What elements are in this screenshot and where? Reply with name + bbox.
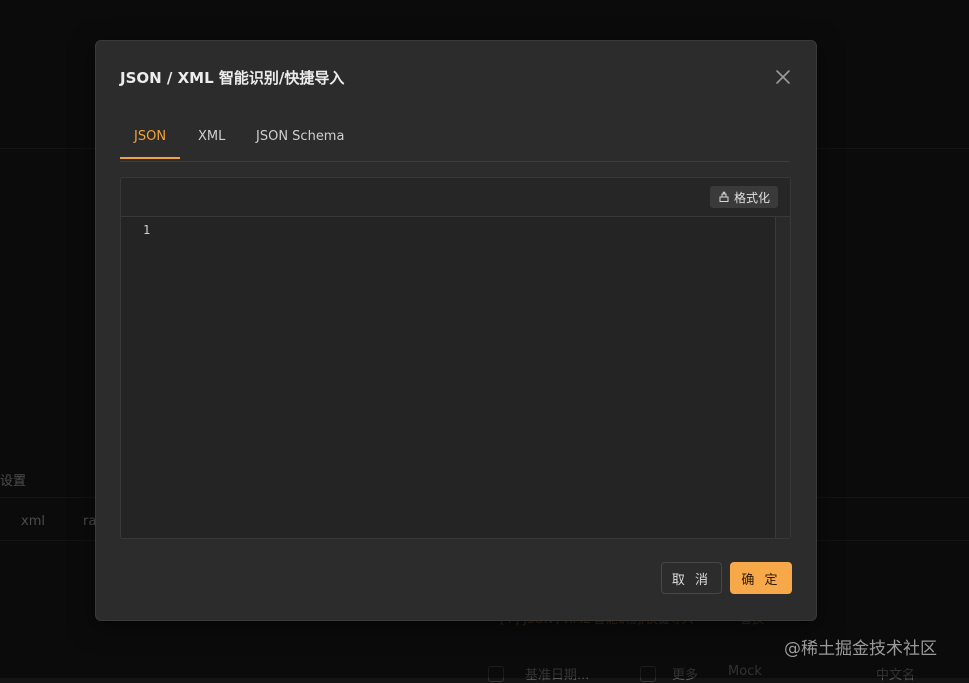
dialog-title: JSON / XML 智能识别/快捷导入 [120,69,345,87]
tab-json-schema[interactable]: JSON Schema [256,129,344,144]
code-editor: 格式化 1 [120,177,791,539]
format-icon [719,191,729,202]
format-tabs: JSON XML JSON Schema [120,125,790,162]
format-label: 格式化 [733,190,770,205]
close-button[interactable] [774,68,792,86]
active-tab-indicator [120,157,180,159]
import-dialog: JSON / XML 智能识别/快捷导入 JSON XML JSON Schem… [95,40,817,621]
cancel-button[interactable]: 取 消 [661,562,722,594]
tab-xml[interactable]: XML [198,129,225,144]
editor-toolbar: 格式化 [121,178,790,217]
line-number: 1 [143,223,151,237]
tab-json[interactable]: JSON [134,129,166,144]
format-button[interactable]: 格式化 [709,186,778,208]
watermark: @稀土掘金技术社区 [784,639,937,659]
confirm-button[interactable]: 确 定 [730,562,792,594]
close-icon [776,70,790,84]
code-input[interactable] [171,217,771,537]
editor-scrollbar[interactable] [775,217,790,538]
